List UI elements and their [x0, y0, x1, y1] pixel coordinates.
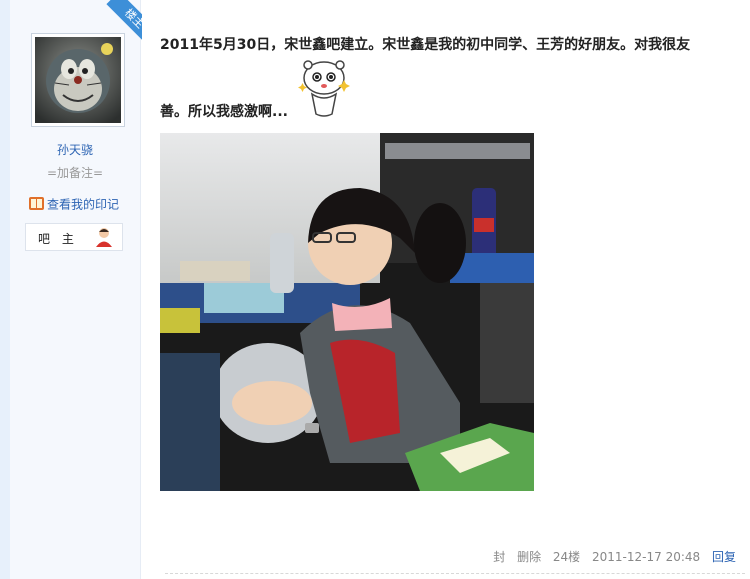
delete-link[interactable]: 删除: [517, 550, 541, 564]
post-photo[interactable]: [160, 133, 534, 491]
view-marks-label: 查看我的印记: [47, 197, 120, 212]
author-sidebar: 孙天骁 =加备注= 查看我的印记 吧 主: [10, 0, 141, 579]
floor-number: 24楼: [552, 550, 581, 564]
role-badge: 吧 主: [25, 223, 123, 251]
avatar[interactable]: [31, 33, 125, 127]
floor-owner-badge: 楼主: [106, 0, 142, 42]
view-marks-link[interactable]: 查看我的印记: [28, 195, 119, 215]
post-timestamp: 2011-12-17 20:48: [592, 550, 701, 564]
divider: [165, 573, 745, 575]
block-link[interactable]: 封: [493, 550, 505, 564]
role-label: 吧 主: [38, 232, 78, 246]
avatar-image: [35, 37, 121, 123]
user-icon: [94, 226, 114, 251]
floor-owner-ribbon: 楼主: [100, 0, 142, 42]
post-footer: 封 删除 24楼 2011-12-17 20:48 回复: [485, 548, 736, 565]
add-remark-link[interactable]: =加备注=: [10, 164, 140, 181]
left-edge: [0, 0, 10, 579]
reply-link[interactable]: 回复: [712, 550, 736, 564]
author-username[interactable]: 孙天骁: [10, 141, 140, 158]
book-icon: [28, 195, 45, 215]
post-text-line1: 2011年5月30日，宋世鑫吧建立。宋世鑫是我的初中同学、王芳的好朋友。对我很友: [160, 37, 691, 53]
post-text-line2: 善。所以我感激啊...: [160, 104, 288, 120]
smiley-emoticon: [292, 56, 356, 124]
